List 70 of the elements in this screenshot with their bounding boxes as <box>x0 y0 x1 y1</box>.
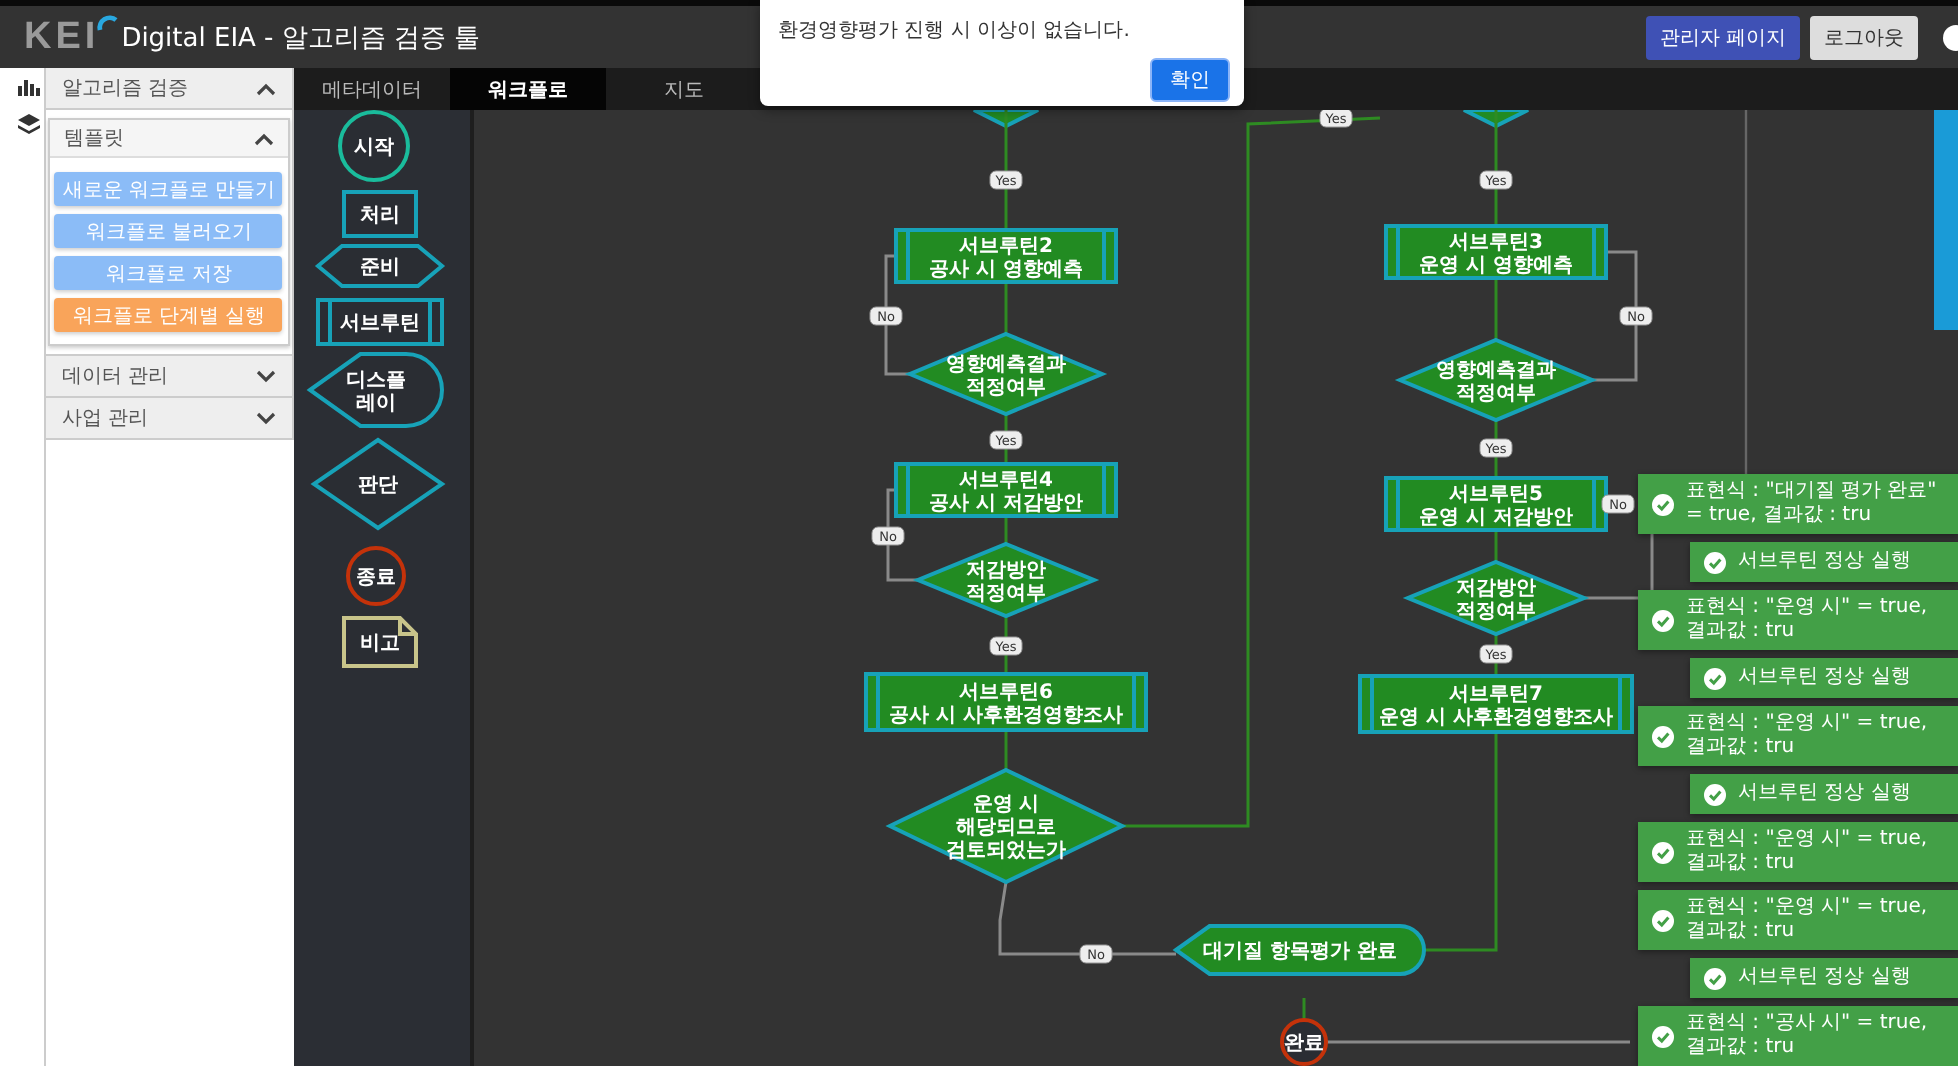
account-icon <box>1942 23 1958 51</box>
subroutine-node[interactable]: 서브루틴 <box>316 298 444 346</box>
note-node[interactable]: 비고 <box>342 616 418 668</box>
preparation-node[interactable]: 준비 <box>314 244 446 288</box>
end-node[interactable]: 종료 <box>346 546 406 606</box>
dialog-message: 환경영향평가 진행 시 이상이 없습니다. <box>778 18 1132 44</box>
layers-icon <box>18 114 41 134</box>
check-icon <box>1704 967 1726 989</box>
check-icon <box>1652 725 1674 747</box>
check-icon <box>1652 609 1674 631</box>
toast-text: 표현식 : "대기질 평가 완료" = true, 결과값 : tru <box>1686 480 1939 528</box>
admin-page-button[interactable]: 관리자 페이지 <box>1645 15 1800 59</box>
toast-text: 서브루틴 정상 실행 <box>1738 666 1911 690</box>
connector-line <box>1494 278 1498 340</box>
app-title: Digital EIA - 알고리즘 검증 툴 <box>121 21 481 57</box>
decision-node[interactable]: 저감방안 적정여부 <box>912 541 1100 619</box>
connector-line <box>1494 110 1498 226</box>
side-panel-tab[interactable] <box>1934 110 1958 330</box>
panel-header[interactable]: 템플릿 <box>49 120 288 158</box>
decision-node[interactable]: 영향예측결과 적정여부 <box>904 331 1108 417</box>
end-node[interactable]: 완료 <box>1280 1018 1328 1066</box>
toast-text: 표현식 : "운영 시" = true, 결과값 : tru <box>1686 596 1930 644</box>
confirm-button[interactable]: 확인 <box>1150 58 1230 102</box>
accordion-title: 사업 관리 <box>61 406 149 432</box>
toast-text: 서브루틴 정상 실행 <box>1738 966 1911 990</box>
toast-text: 서브루틴 정상 실행 <box>1738 550 1911 574</box>
connector-line <box>1494 530 1498 562</box>
check-icon <box>1704 551 1726 573</box>
display-node[interactable]: 디스플 레이 <box>308 352 444 428</box>
connector-line <box>1004 110 1008 230</box>
toast-text: 표현식 : "운영 시" = true, 결과값 : tru <box>1686 712 1930 760</box>
display-node[interactable]: 대기질 항목평가 완료 <box>1174 924 1426 976</box>
connector-line <box>1004 730 1008 770</box>
logout-button[interactable]: 로그아웃 <box>1810 15 1918 59</box>
tab[interactable]: 워크플로 <box>450 68 606 110</box>
check-icon <box>1652 493 1674 515</box>
subroutine-node[interactable]: 서브루틴5 운영 시 저감방안 <box>1384 476 1608 532</box>
accordion-title: 알고리즘 검증 <box>61 76 189 102</box>
subroutine-node[interactable]: 서브루틴6 공사 시 사후환경영향조사 <box>864 672 1148 732</box>
subroutine-node[interactable]: 서브루틴3 운영 시 영향예측 <box>1384 224 1608 280</box>
decision-node[interactable]: 운영 시 해당되므로 검토되었는가 <box>885 767 1127 885</box>
check-icon <box>1704 783 1726 805</box>
decision-node[interactable]: 저감방안 적정여부 <box>1402 559 1590 637</box>
subroutine-node[interactable]: 서브루틴7 운영 시 사후환경영향조사 <box>1358 674 1634 734</box>
panel-title: 템플릿 <box>63 126 124 152</box>
accordion-title: 데이터 관리 <box>61 364 169 390</box>
decision-node[interactable]: 영향예측결과 적정여부 <box>1394 337 1598 423</box>
toast-text: 서브루틴 정상 실행 <box>1738 782 1911 806</box>
subroutine-node[interactable]: 서브루틴4 공사 시 저감방안 <box>894 462 1118 518</box>
process-node[interactable]: 처리 <box>342 190 418 238</box>
toast-text: 표현식 : "공사 시" = true, 결과값 : tru <box>1686 1012 1930 1060</box>
check-icon <box>1652 909 1674 931</box>
check-icon <box>1652 841 1674 863</box>
bar-chart-icon <box>18 78 41 96</box>
start-node[interactable]: 시작 <box>338 110 410 182</box>
accordion-header[interactable]: 사업 관리 <box>45 398 292 440</box>
logo-text: KEI <box>24 17 100 57</box>
check-icon <box>1652 1025 1674 1047</box>
logo-arc-icon <box>95 13 120 33</box>
decision-node[interactable]: 판단 <box>310 437 446 531</box>
connector-line <box>1004 282 1008 334</box>
connector-line <box>1004 516 1008 544</box>
connector-line <box>1494 420 1498 478</box>
accordion-header[interactable]: 데이터 관리 <box>45 356 292 398</box>
check-icon <box>1704 667 1726 689</box>
toast-text: 표현식 : "운영 시" = true, 결과값 : tru <box>1686 828 1930 876</box>
toast-text: 표현식 : "운영 시" = true, 결과값 : tru <box>1686 896 1930 944</box>
accordion-header[interactable]: 알고리즘 검증 <box>45 68 292 110</box>
subroutine-node[interactable]: 서브루틴2 공사 시 영향예측 <box>894 228 1118 284</box>
connector-line <box>1302 998 1306 1020</box>
